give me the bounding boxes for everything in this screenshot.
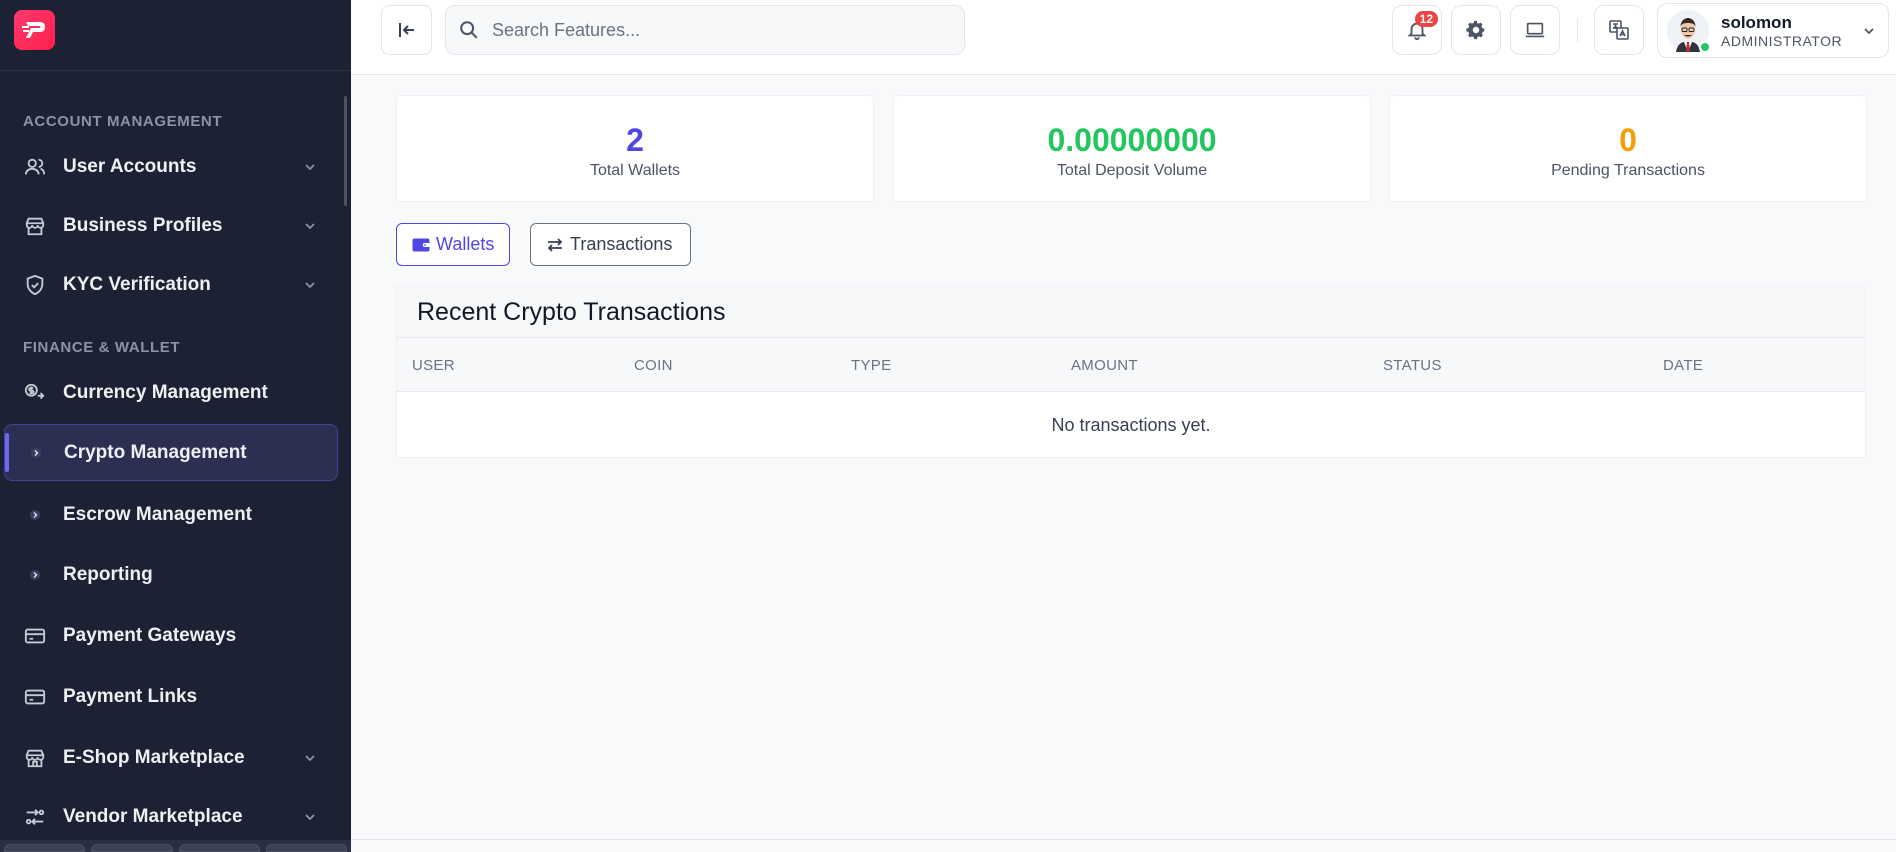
online-status-dot <box>1699 40 1711 53</box>
user-name: solomon <box>1721 12 1792 32</box>
sidebar-item-crypto-management[interactable]: Crypto Management <box>4 424 338 481</box>
notifications-button[interactable]: 12 <box>1392 5 1442 55</box>
tab-transactions[interactable]: Transactions <box>530 223 691 266</box>
settings-button[interactable] <box>1451 5 1501 55</box>
bullet-icon <box>22 502 48 528</box>
avatar <box>1667 9 1711 53</box>
vendor-icon <box>22 804 48 830</box>
swap-arrows-icon <box>546 237 564 253</box>
bottom-tab[interactable] <box>91 844 173 852</box>
stat-card-pending-transactions: 0 Pending Transactions <box>1389 95 1867 202</box>
sidebar-item-label: Currency Management <box>63 381 268 403</box>
bottom-tab[interactable] <box>178 844 260 852</box>
column-header-coin: COIN <box>634 357 673 374</box>
sidebar-bottom-bar <box>0 840 351 852</box>
sidebar-item-label: Business Profiles <box>63 214 223 236</box>
sidebar-scrollbar[interactable] <box>344 96 347 206</box>
bullet-icon <box>23 440 49 466</box>
footer-divider <box>351 839 1896 840</box>
chevron-down-icon <box>1862 24 1876 38</box>
language-button[interactable] <box>1594 5 1644 55</box>
tab-label: Wallets <box>436 234 495 254</box>
sidebar-item-label: Escrow Management <box>63 503 252 525</box>
column-header-status: STATUS <box>1383 357 1442 374</box>
chevron-down-icon <box>302 277 318 293</box>
gear-icon <box>1466 20 1485 40</box>
sidebar-item-kyc-verification[interactable]: KYC Verification <box>4 256 338 313</box>
section-account-management: ACCOUNT MANAGEMENT <box>23 113 223 130</box>
chevron-down-icon <box>302 750 318 766</box>
sidebar-item-label: KYC Verification <box>63 273 211 295</box>
search-box[interactable] <box>445 5 965 55</box>
sidebar-item-label: Crypto Management <box>64 441 247 463</box>
wallet-icon <box>412 237 430 253</box>
sidebar-header <box>0 0 351 71</box>
credit-card-icon <box>22 684 48 710</box>
credit-card-icon <box>22 623 48 649</box>
tab-wallets[interactable]: Wallets <box>396 223 510 266</box>
table-title: Recent Crypto Transactions <box>397 287 1865 338</box>
bullet-icon <box>22 562 48 588</box>
display-mode-button[interactable] <box>1510 5 1560 55</box>
laptop-icon <box>1525 22 1545 38</box>
stat-value: 2 <box>626 122 644 158</box>
logo-icon <box>21 22 45 38</box>
search-input[interactable] <box>492 19 932 41</box>
empty-state-message: No transactions yet. <box>1051 415 1211 435</box>
user-role: ADMINISTRATOR <box>1721 32 1843 49</box>
users-icon <box>22 154 48 180</box>
section-finance-wallet: FINANCE & WALLET <box>23 339 181 356</box>
stat-label: Total Deposit Volume <box>1056 162 1208 179</box>
stat-value: 0.00000000 <box>1047 122 1217 158</box>
sidebar-item-business-profiles[interactable]: Business Profiles <box>4 197 338 254</box>
stat-label: Total Wallets <box>589 162 681 179</box>
bottom-tab[interactable] <box>265 844 347 852</box>
sidebar-item-label: Payment Links <box>63 685 198 707</box>
recent-transactions-card: Recent Crypto Transactions USER COIN TYP… <box>396 286 1866 458</box>
toolbar-divider <box>1577 18 1578 42</box>
shop-icon <box>22 745 48 771</box>
column-header-amount: AMOUNT <box>1071 357 1138 374</box>
sidebar-item-label: E-Shop Marketplace <box>63 746 245 768</box>
column-header-user: USER <box>412 357 455 374</box>
stat-card-total-wallets: 2 Total Wallets <box>396 95 874 202</box>
sidebar-item-currency-management[interactable]: Currency Management <box>4 364 338 421</box>
sidebar-item-payment-gateways[interactable]: Payment Gateways <box>4 607 338 664</box>
stat-value: 0 <box>1619 122 1637 158</box>
chevron-down-icon <box>302 809 318 825</box>
search-icon <box>458 19 480 41</box>
translate-icon <box>1609 20 1629 40</box>
sidebar-item-user-accounts[interactable]: User Accounts <box>4 138 338 195</box>
collapse-sidebar-button[interactable] <box>381 5 432 55</box>
sidebar-item-payment-links[interactable]: Payment Links <box>4 668 338 725</box>
bottom-tab[interactable] <box>4 844 86 852</box>
sidebar-item-escrow-management[interactable]: Escrow Management <box>4 486 338 543</box>
chevron-down-icon <box>302 159 318 175</box>
topbar: 12 solomon ADMINIST <box>351 0 1896 75</box>
sidebar-item-label: Vendor Marketplace <box>63 805 243 827</box>
sidebar-item-eshop-marketplace[interactable]: E-Shop Marketplace <box>4 729 338 786</box>
column-header-type: TYPE <box>851 357 892 374</box>
store-icon <box>22 213 48 239</box>
notification-badge: 12 <box>1414 11 1438 27</box>
table-header-row: USER COIN TYPE AMOUNT STATUS DATE <box>397 338 1865 392</box>
sidebar-item-reporting[interactable]: Reporting <box>4 546 338 603</box>
sidebar-item-label: User Accounts <box>63 155 197 177</box>
sidebar: ACCOUNT MANAGEMENT User Accounts Busines… <box>0 0 351 852</box>
chevron-down-icon <box>302 218 318 234</box>
brand-logo[interactable] <box>14 10 55 50</box>
sidebar-item-label: Payment Gateways <box>63 624 237 646</box>
sidebar-item-label: Reporting <box>63 563 153 585</box>
collapse-left-icon <box>398 23 414 37</box>
shield-check-icon <box>22 272 48 298</box>
sidebar-item-vendor-marketplace[interactable]: Vendor Marketplace <box>4 788 338 845</box>
stat-label: Pending Transactions <box>1551 162 1705 179</box>
column-header-date: DATE <box>1663 357 1704 374</box>
stat-card-total-deposit-volume: 0.00000000 Total Deposit Volume <box>893 95 1371 202</box>
user-menu[interactable]: solomon ADMINISTRATOR <box>1657 3 1889 58</box>
currency-exchange-icon <box>22 380 48 406</box>
tab-label: Transactions <box>570 234 673 254</box>
